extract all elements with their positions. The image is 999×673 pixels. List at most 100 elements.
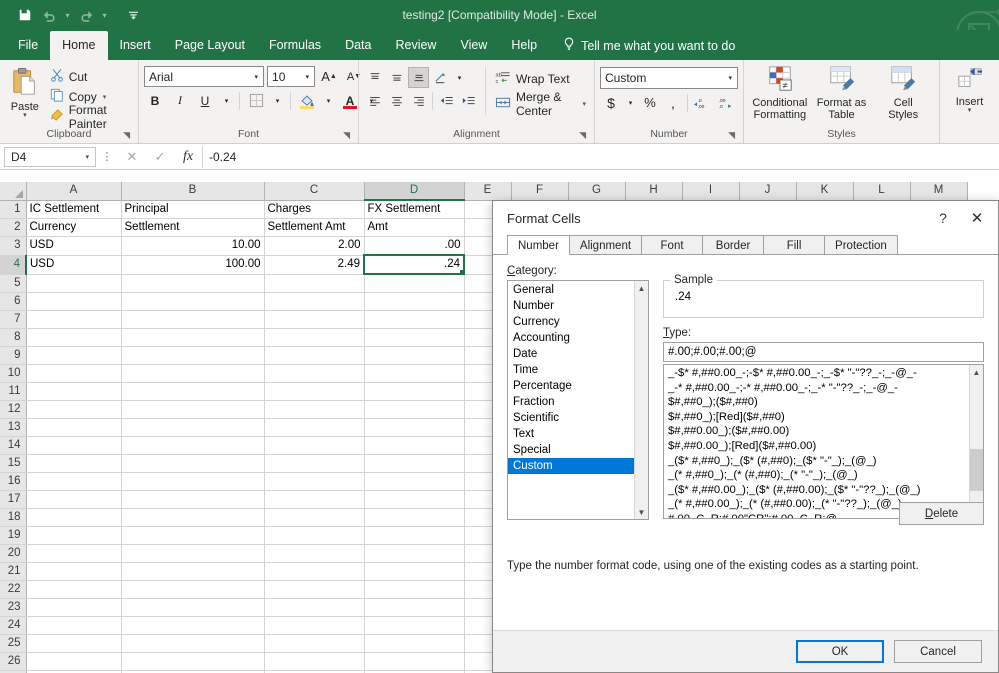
align-middle-icon[interactable] bbox=[386, 67, 407, 88]
cell-A22[interactable] bbox=[26, 580, 121, 598]
row-header-9[interactable]: 9 bbox=[0, 346, 26, 364]
dialog-tab-fill[interactable]: Fill bbox=[763, 235, 825, 255]
decrease-indent-icon[interactable] bbox=[436, 90, 457, 111]
type-list-item[interactable]: $#,##0.00_);($#,##0.00) bbox=[664, 424, 969, 439]
category-item-currency[interactable]: Currency bbox=[508, 314, 634, 330]
decrease-decimal-button[interactable]: .00.0 bbox=[714, 92, 736, 113]
column-header-e[interactable]: E bbox=[464, 182, 511, 200]
redo-dropdown-icon[interactable]: ▾ bbox=[99, 11, 110, 20]
cell-B25[interactable] bbox=[121, 634, 264, 652]
cell-C8[interactable] bbox=[264, 328, 364, 346]
column-header-i[interactable]: I bbox=[682, 182, 739, 200]
cell-D19[interactable] bbox=[364, 526, 464, 544]
cell-B13[interactable] bbox=[121, 418, 264, 436]
cell-B7[interactable] bbox=[121, 310, 264, 328]
type-scrollbar[interactable]: ▲ ▼ bbox=[969, 365, 983, 518]
cell-B15[interactable] bbox=[121, 454, 264, 472]
column-header-m[interactable]: M bbox=[910, 182, 967, 200]
row-header-16[interactable]: 16 bbox=[0, 472, 26, 490]
row-header-18[interactable]: 18 bbox=[0, 508, 26, 526]
cell-B5[interactable] bbox=[121, 274, 264, 292]
cell-B23[interactable] bbox=[121, 598, 264, 616]
cell-B6[interactable] bbox=[121, 292, 264, 310]
row-header-12[interactable]: 12 bbox=[0, 400, 26, 418]
cell-C2[interactable]: Settlement Amt bbox=[264, 219, 364, 237]
row-header-19[interactable]: 19 bbox=[0, 526, 26, 544]
cell-C19[interactable] bbox=[264, 526, 364, 544]
dialog-tab-alignment[interactable]: Alignment bbox=[569, 235, 642, 255]
cell-D9[interactable] bbox=[364, 346, 464, 364]
row-header-3[interactable]: 3 bbox=[0, 237, 26, 256]
cell-C21[interactable] bbox=[264, 562, 364, 580]
cell-C3[interactable]: 2.00 bbox=[264, 237, 364, 256]
formula-input[interactable]: -0.24 bbox=[202, 146, 999, 168]
tab-help[interactable]: Help bbox=[499, 31, 549, 60]
row-header-22[interactable]: 22 bbox=[0, 580, 26, 598]
cell-B9[interactable] bbox=[121, 346, 264, 364]
row-header-8[interactable]: 8 bbox=[0, 328, 26, 346]
cell-C22[interactable] bbox=[264, 580, 364, 598]
column-header-c[interactable]: C bbox=[264, 182, 364, 200]
cell-D5[interactable] bbox=[364, 274, 464, 292]
format-as-table-button[interactable]: Format as Table bbox=[811, 65, 873, 121]
cell-B26[interactable] bbox=[121, 652, 264, 670]
cell-B18[interactable] bbox=[121, 508, 264, 526]
row-header-10[interactable]: 10 bbox=[0, 364, 26, 382]
cell-C17[interactable] bbox=[264, 490, 364, 508]
cell-D21[interactable] bbox=[364, 562, 464, 580]
category-scrollbar[interactable]: ▲ ▼ bbox=[634, 281, 648, 519]
row-header-7[interactable]: 7 bbox=[0, 310, 26, 328]
cell-D23[interactable] bbox=[364, 598, 464, 616]
cell-C7[interactable] bbox=[264, 310, 364, 328]
align-left-icon[interactable] bbox=[364, 90, 385, 111]
cell-D2[interactable]: Amt bbox=[364, 219, 464, 237]
wrap-text-button[interactable]: abc Wrap Text bbox=[492, 67, 589, 90]
scroll-up-icon[interactable]: ▲ bbox=[635, 281, 648, 295]
insert-dropdown-icon[interactable]: ▾ bbox=[968, 108, 972, 114]
cell-A8[interactable] bbox=[26, 328, 121, 346]
select-all-corner[interactable] bbox=[0, 182, 26, 200]
undo-dropdown-icon[interactable]: ▾ bbox=[62, 11, 73, 20]
tab-home[interactable]: Home bbox=[50, 31, 107, 60]
category-item-general[interactable]: General bbox=[508, 282, 634, 298]
cut-button[interactable]: Cut bbox=[47, 67, 133, 86]
cell-B3[interactable]: 10.00 bbox=[121, 237, 264, 256]
cell-D7[interactable] bbox=[364, 310, 464, 328]
tab-review[interactable]: Review bbox=[383, 31, 448, 60]
help-icon[interactable]: ? bbox=[926, 203, 960, 233]
cell-D13[interactable] bbox=[364, 418, 464, 436]
chevron-down-icon[interactable]: ▾ bbox=[303, 73, 313, 81]
cell-A2[interactable]: Currency bbox=[26, 219, 121, 237]
cell-A11[interactable] bbox=[26, 382, 121, 400]
cell-D1[interactable]: FX Settlement bbox=[364, 200, 464, 219]
cell-C20[interactable] bbox=[264, 544, 364, 562]
cell-B11[interactable] bbox=[121, 382, 264, 400]
merge-center-button[interactable]: Merge & Center ▾ bbox=[492, 92, 589, 115]
clipboard-dialog-launcher-icon[interactable]: ◥ bbox=[123, 128, 130, 142]
type-list-item[interactable]: _($* #,##0_);_($* (#,##0);_($* "-"_);_(@… bbox=[664, 454, 969, 469]
column-header-k[interactable]: K bbox=[796, 182, 853, 200]
column-header-j[interactable]: J bbox=[739, 182, 796, 200]
scroll-down-icon[interactable]: ▼ bbox=[635, 505, 648, 519]
cell-A21[interactable] bbox=[26, 562, 121, 580]
cell-C13[interactable] bbox=[264, 418, 364, 436]
tab-view[interactable]: View bbox=[448, 31, 499, 60]
cell-B1[interactable]: Principal bbox=[121, 200, 264, 219]
cell-C14[interactable] bbox=[264, 436, 364, 454]
dialog-tab-border[interactable]: Border bbox=[702, 235, 764, 255]
cell-D11[interactable] bbox=[364, 382, 464, 400]
cell-C12[interactable] bbox=[264, 400, 364, 418]
type-list-item[interactable]: _-* #,##0.00_-;-* #,##0.00_-;_-* "-"??_-… bbox=[664, 381, 969, 396]
cell-A9[interactable] bbox=[26, 346, 121, 364]
formula-bar-handle[interactable]: ⋮ bbox=[96, 150, 118, 163]
cell-D14[interactable] bbox=[364, 436, 464, 454]
tab-insert[interactable]: Insert bbox=[108, 31, 163, 60]
cell-B14[interactable] bbox=[121, 436, 264, 454]
fill-color-button[interactable] bbox=[296, 90, 318, 111]
cell-C15[interactable] bbox=[264, 454, 364, 472]
underline-button[interactable]: U bbox=[194, 90, 216, 111]
paste-dropdown-icon[interactable]: ▾ bbox=[23, 113, 27, 119]
cell-A1[interactable]: IC Settlement bbox=[26, 200, 121, 219]
tab-data[interactable]: Data bbox=[333, 31, 383, 60]
category-item-accounting[interactable]: Accounting bbox=[508, 330, 634, 346]
